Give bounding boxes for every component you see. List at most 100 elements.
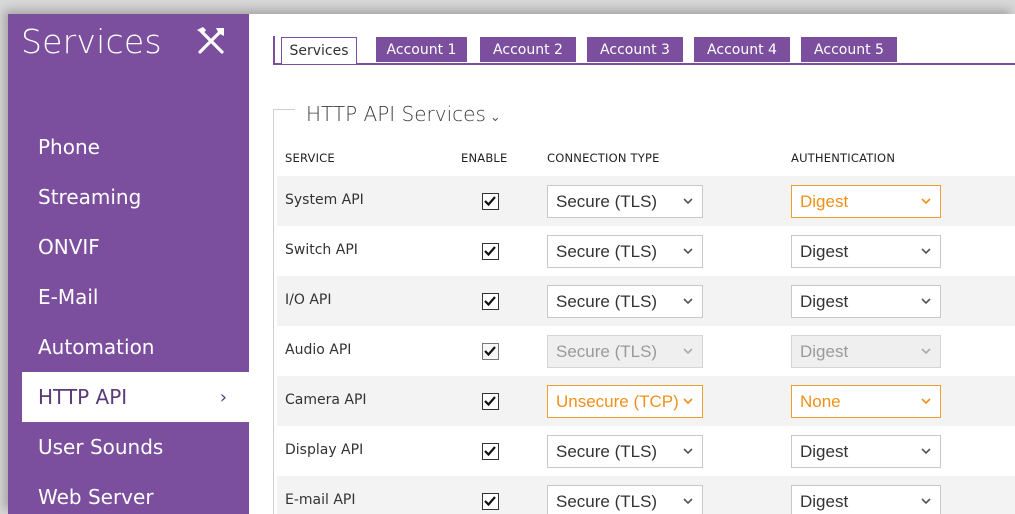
authentication-value: None [800,391,841,411]
sidebar-item-label: User Sounds [38,435,164,459]
authentication-select[interactable]: Digest [791,285,941,318]
checkmark-icon [484,396,496,407]
table-row: I/O API Secure (TLS) Digest [277,276,1015,326]
sidebar-item-label: Automation [38,335,155,359]
chevron-down-icon [683,348,693,355]
sidebar-item-email[interactable]: E-Mail [8,272,249,322]
sidebar-item-label: Phone [38,135,100,159]
service-name: I/O API [285,292,332,308]
chevron-right-icon: › [219,386,227,408]
chevron-down-icon [683,448,693,455]
connection-type-select[interactable]: Secure (TLS) [547,185,703,218]
sidebar-item-onvif[interactable]: ONVIF [8,222,249,272]
connection-type-select[interactable]: Secure (TLS) [547,285,703,318]
service-name: Switch API [285,242,358,258]
chevron-down-icon [921,498,931,505]
enable-checkbox[interactable] [482,293,499,310]
connection-type-value: Secure (TLS) [556,341,658,361]
authentication-select[interactable]: Digest [791,435,941,468]
authentication-select[interactable]: Digest [791,185,941,218]
chevron-down-icon [683,398,693,405]
chevron-down-icon [921,348,931,355]
chevron-down-icon [921,398,931,405]
connection-type-select[interactable]: Secure (TLS) [547,435,703,468]
chevron-down-icon [683,298,693,305]
tab-account-3[interactable]: Account 3 [587,37,683,62]
sidebar-item-user-sounds[interactable]: User Sounds [8,422,249,472]
tab-account-1[interactable]: Account 1 [376,37,467,62]
chevron-down-icon [921,298,931,305]
tab-account-4[interactable]: Account 4 [694,37,790,62]
connection-type-value: Secure (TLS) [556,191,658,211]
panel-title[interactable]: HTTP API Services ⌄ [306,102,501,126]
sidebar-item-label: Streaming [38,185,142,209]
sidebar-item-streaming[interactable]: Streaming [8,172,249,222]
chevron-down-icon [921,248,931,255]
column-header-service: SERVICE [285,151,335,165]
connection-type-select[interactable]: Secure (TLS) [547,485,703,514]
tabs-underline [273,63,1015,65]
chevron-down-icon [683,248,693,255]
tab-account-5[interactable]: Account 5 [801,37,897,62]
panel-border [273,109,274,514]
checkmark-icon [484,296,496,307]
sidebar-title: Services [21,22,162,61]
authentication-value: Digest [800,241,849,261]
sidebar-item-phone[interactable]: Phone [8,122,249,172]
checkmark-icon [484,246,496,257]
enable-checkbox[interactable] [482,493,499,510]
table-row: E-mail API Secure (TLS) Digest [277,476,1015,514]
sidebar-item-label: HTTP API [38,385,128,409]
services-table: System API Secure (TLS) Digest Switch AP… [277,176,1015,514]
service-name: Camera API [285,392,367,408]
service-name: Display API [285,442,364,458]
authentication-select[interactable]: Digest [791,485,941,514]
table-row: Switch API Secure (TLS) Digest [277,226,1015,276]
chevron-down-icon [683,498,693,505]
column-header-authentication: AUTHENTICATION [791,151,896,165]
table-row: Camera API Unsecure (TCP) None [277,376,1015,426]
enable-checkbox[interactable] [482,243,499,260]
authentication-value: Digest [800,341,849,361]
tab-account-2[interactable]: Account 2 [480,37,576,62]
checkmark-icon [484,196,496,207]
tab-services[interactable]: Services [281,37,357,64]
sidebar-item-label: ONVIF [38,235,100,259]
connection-type-value: Unsecure (TCP) [556,391,679,411]
enable-checkbox[interactable] [482,443,499,460]
sidebar-item-http-api[interactable]: HTTP API › [22,372,249,422]
service-name: E-mail API [285,492,356,508]
authentication-select: Digest [791,335,941,368]
checkmark-icon [484,446,496,457]
connection-type-value: Secure (TLS) [556,291,658,311]
enable-checkbox[interactable] [482,343,499,360]
sidebar: Services Phone Streaming ONVIF E-Mail Au… [8,14,249,514]
enable-checkbox[interactable] [482,393,499,410]
panel-border-top [273,109,295,110]
sidebar-item-label: Web Server [38,485,154,509]
sidebar-item-web-server[interactable]: Web Server [8,472,249,514]
chevron-down-icon [921,448,931,455]
enable-checkbox[interactable] [482,193,499,210]
table-row: Display API Secure (TLS) Digest [277,426,1015,476]
checkmark-icon [484,496,496,507]
authentication-value: Digest [800,441,849,461]
panel-title-text: HTTP API Services [306,102,486,126]
service-name: Audio API [285,342,352,358]
authentication-value: Digest [800,491,849,511]
sidebar-item-label: E-Mail [38,285,99,309]
tabs-divider [273,36,275,65]
table-row: Audio API Secure (TLS) Digest [277,326,1015,376]
app-window: Services Phone Streaming ONVIF E-Mail Au… [8,14,1015,514]
connection-type-value: Secure (TLS) [556,241,658,261]
chevron-down-icon [683,198,693,205]
connection-type-select[interactable]: Secure (TLS) [547,235,703,268]
chevron-down-icon: ⌄ [489,110,501,125]
authentication-select[interactable]: None [791,385,941,418]
main-content: Services Account 1 Account 2 Account 3 A… [249,14,1015,514]
connection-type-select[interactable]: Unsecure (TCP) [547,385,703,418]
sidebar-item-automation[interactable]: Automation [8,322,249,372]
connection-type-select: Secure (TLS) [547,335,703,368]
authentication-select[interactable]: Digest [791,235,941,268]
connection-type-value: Secure (TLS) [556,491,658,511]
